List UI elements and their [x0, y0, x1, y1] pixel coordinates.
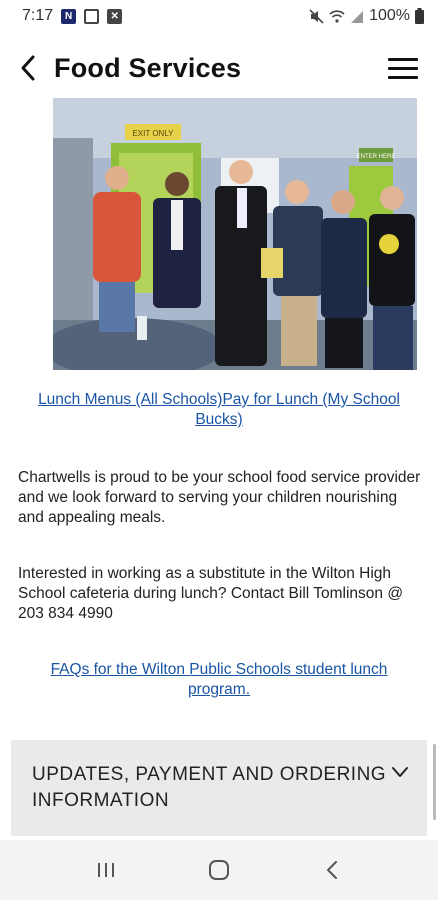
system-nav-bar — [0, 840, 438, 900]
chevron-left-icon — [21, 55, 35, 81]
exit-only-sign: EXIT ONLY — [132, 129, 174, 138]
recent-apps-button[interactable] — [86, 850, 126, 890]
battery-icon — [415, 8, 424, 24]
battery-percent: 100% — [369, 7, 410, 24]
scrollbar[interactable] — [433, 744, 436, 820]
pay-for-lunch-link[interactable]: Pay for Lunch (My School Bucks) — [195, 391, 400, 428]
chartwells-paragraph: Chartwells is proud to be your school fo… — [18, 469, 421, 526]
photo-icon — [84, 8, 100, 24]
links-row: Lunch Menus (All Schools)Pay for Lunch (… — [18, 390, 420, 430]
mute-icon — [309, 8, 324, 24]
lunch-menus-link[interactable]: Lunch Menus (All Schools) — [38, 391, 222, 408]
hamburger-menu-icon[interactable] — [388, 48, 418, 88]
signal-icon — [351, 10, 364, 23]
home-icon — [208, 860, 229, 880]
app-badge-icon: N — [61, 8, 77, 24]
faqs-row: FAQs for the Wilton Public Schools stude… — [28, 660, 410, 700]
page-title: Food Services — [54, 52, 242, 83]
accordion-title: UPDATES, PAYMENT AND ORDERING INFORMATIO… — [32, 764, 387, 811]
faqs-link[interactable]: FAQs for the Wilton Public Schools stude… — [51, 661, 388, 698]
app-header: Food Services — [0, 32, 438, 104]
home-button[interactable] — [199, 850, 239, 890]
system-back-button[interactable] — [312, 850, 352, 890]
status-bar: 7:17 N ✕ 100% — [0, 0, 438, 32]
back-icon — [326, 861, 337, 879]
updates-accordion[interactable]: UPDATES, PAYMENT AND ORDERING INFORMATIO… — [11, 740, 427, 836]
status-time: 7:17 — [22, 7, 54, 24]
staff-group-photo: EXIT ONLY ENTER HERE — [53, 98, 417, 370]
wifi-icon — [329, 9, 345, 23]
back-button[interactable] — [20, 48, 46, 88]
enter-here-sign: ENTER HERE — [357, 154, 396, 160]
substitute-paragraph: Interested in working as a substitute in… — [18, 565, 404, 622]
recent-apps-icon — [98, 863, 115, 877]
main-content: EXIT ONLY ENTER HERE Lunch Menus (All Sc… — [0, 96, 438, 840]
x-notification-icon: ✕ — [107, 8, 123, 24]
chevron-down-icon — [392, 767, 408, 777]
